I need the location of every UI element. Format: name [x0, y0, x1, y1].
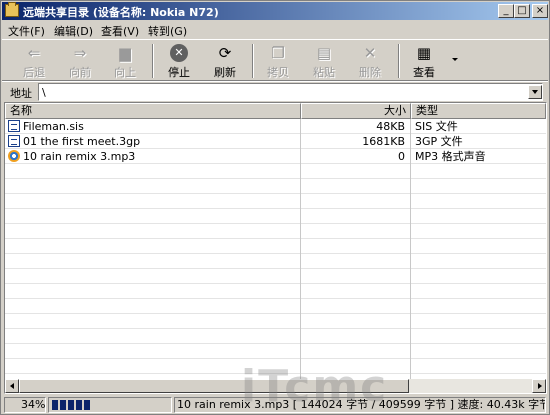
back-arrow-icon: ⇐ — [27, 44, 41, 62]
copy-button-label: 拷贝 — [267, 66, 289, 79]
delete-icon: ✕ — [363, 44, 377, 62]
view-button-label: 查看 — [413, 66, 435, 79]
refresh-button-label: 刷新 — [214, 66, 236, 79]
file-size: 1681KB — [362, 135, 405, 148]
view-button[interactable]: ▦ 查看 — [404, 42, 444, 80]
close-button[interactable]: × — [532, 4, 548, 18]
toolbar: ⇐ 后退 ⇒ 向前 ▆ 向上 ✕ 停止 ⟳ 刷新 ❐ 拷贝 ▤ 粘贴 ✕ 删除 … — [2, 39, 548, 81]
menu-file[interactable]: 文件(F) — [8, 23, 45, 39]
view-icon: ▦ — [416, 44, 432, 62]
media-file-icon — [8, 150, 20, 162]
delete-button-label: 删除 — [359, 66, 381, 79]
status-percent: 34% — [4, 397, 46, 413]
column-header-size[interactable]: 大小 — [301, 103, 411, 119]
stop-button-label: 停止 — [168, 66, 190, 79]
minimize-button[interactable]: _ — [498, 4, 514, 18]
forward-arrow-icon: ⇒ — [73, 44, 87, 62]
file-icon — [8, 120, 20, 132]
up-folder-icon: ▆ — [119, 44, 131, 62]
address-label: 地址 — [10, 87, 32, 100]
list-header: 名称 大小 类型 — [5, 103, 546, 119]
file-icon — [8, 135, 20, 147]
file-size: 48KB — [376, 120, 405, 133]
toolbar-separator — [152, 44, 154, 78]
address-bar: 地址 — [2, 81, 548, 101]
menu-goto[interactable]: 转到(G) — [148, 23, 187, 39]
status-transfer-info: 10 rain remix 3.mp3 [ 144024 字节 / 409599… — [174, 397, 546, 413]
back-button[interactable]: ⇐ 后退 — [14, 42, 54, 80]
file-size: 0 — [398, 150, 405, 163]
paste-button[interactable]: ▤ 粘贴 — [304, 42, 344, 80]
refresh-icon: ⟳ — [218, 44, 232, 62]
column-header-type[interactable]: 类型 — [411, 103, 546, 119]
transfer-progress-bar — [48, 397, 172, 413]
file-name: 10 rain remix 3.mp3 — [23, 150, 136, 163]
maximize-button[interactable]: □ — [514, 4, 530, 18]
title-bar[interactable]: 远端共享目录 (设备名称: Nokia N72) _ □ × — [2, 2, 548, 20]
scroll-left-button[interactable] — [5, 379, 19, 393]
forward-button-label: 向前 — [69, 66, 91, 79]
file-name: Fileman.sis — [23, 120, 84, 133]
file-type: MP3 格式声音 — [415, 150, 486, 163]
up-button[interactable]: ▆ 向上 — [105, 42, 145, 80]
horizontal-scrollbar[interactable] — [5, 379, 546, 393]
list-body: Fileman.sis 48KB SIS 文件 01 the first mee… — [5, 119, 546, 379]
column-header-name[interactable]: 名称 — [5, 103, 301, 119]
list-item[interactable]: Fileman.sis 48KB SIS 文件 — [5, 119, 546, 134]
file-name: 01 the first meet.3gp — [23, 135, 141, 148]
scroll-right-button[interactable] — [532, 379, 546, 393]
list-item[interactable]: 01 the first meet.3gp 1681KB 3GP 文件 — [5, 134, 546, 149]
refresh-button[interactable]: ⟳ 刷新 — [205, 42, 245, 80]
menu-view[interactable]: 查看(V) — [101, 23, 139, 39]
menu-edit[interactable]: 编辑(D) — [54, 23, 93, 39]
transfer-window: 远端共享目录 (设备名称: Nokia N72) _ □ × 文件(F) 编辑(… — [0, 0, 550, 415]
status-bar: 34% 10 rain remix 3.mp3 [ 144024 字节 / 40… — [2, 396, 548, 414]
window-title: 远端共享目录 (设备名称: Nokia N72) — [23, 6, 219, 19]
address-input[interactable] — [38, 83, 543, 101]
scroll-thumb[interactable] — [19, 379, 409, 393]
list-item[interactable]: 10 rain remix 3.mp3 0 MP3 格式声音 — [5, 149, 546, 164]
file-type: SIS 文件 — [415, 120, 458, 133]
up-button-label: 向上 — [114, 66, 136, 79]
toolbar-separator — [398, 44, 400, 78]
file-list: 名称 大小 类型 Fileman.sis 48KB SIS 文件 01 the … — [4, 102, 547, 394]
stop-button[interactable]: ✕ 停止 — [159, 42, 199, 80]
copy-button[interactable]: ❐ 拷贝 — [258, 42, 298, 80]
stop-icon: ✕ — [170, 44, 188, 62]
file-type: 3GP 文件 — [415, 135, 463, 148]
copy-icon: ❐ — [271, 44, 285, 62]
address-dropdown-button[interactable] — [528, 85, 542, 99]
paste-icon: ▤ — [316, 44, 332, 62]
paste-button-label: 粘贴 — [313, 66, 335, 79]
progress-fill — [52, 400, 92, 410]
back-button-label: 后退 — [23, 66, 45, 79]
folder-icon — [5, 2, 19, 17]
toolbar-separator — [252, 44, 254, 78]
menu-bar: 文件(F) 编辑(D) 查看(V) 转到(G) — [2, 21, 548, 39]
view-dropdown-caret-icon[interactable] — [452, 58, 458, 61]
delete-button[interactable]: ✕ 删除 — [350, 42, 390, 80]
forward-button[interactable]: ⇒ 向前 — [60, 42, 100, 80]
